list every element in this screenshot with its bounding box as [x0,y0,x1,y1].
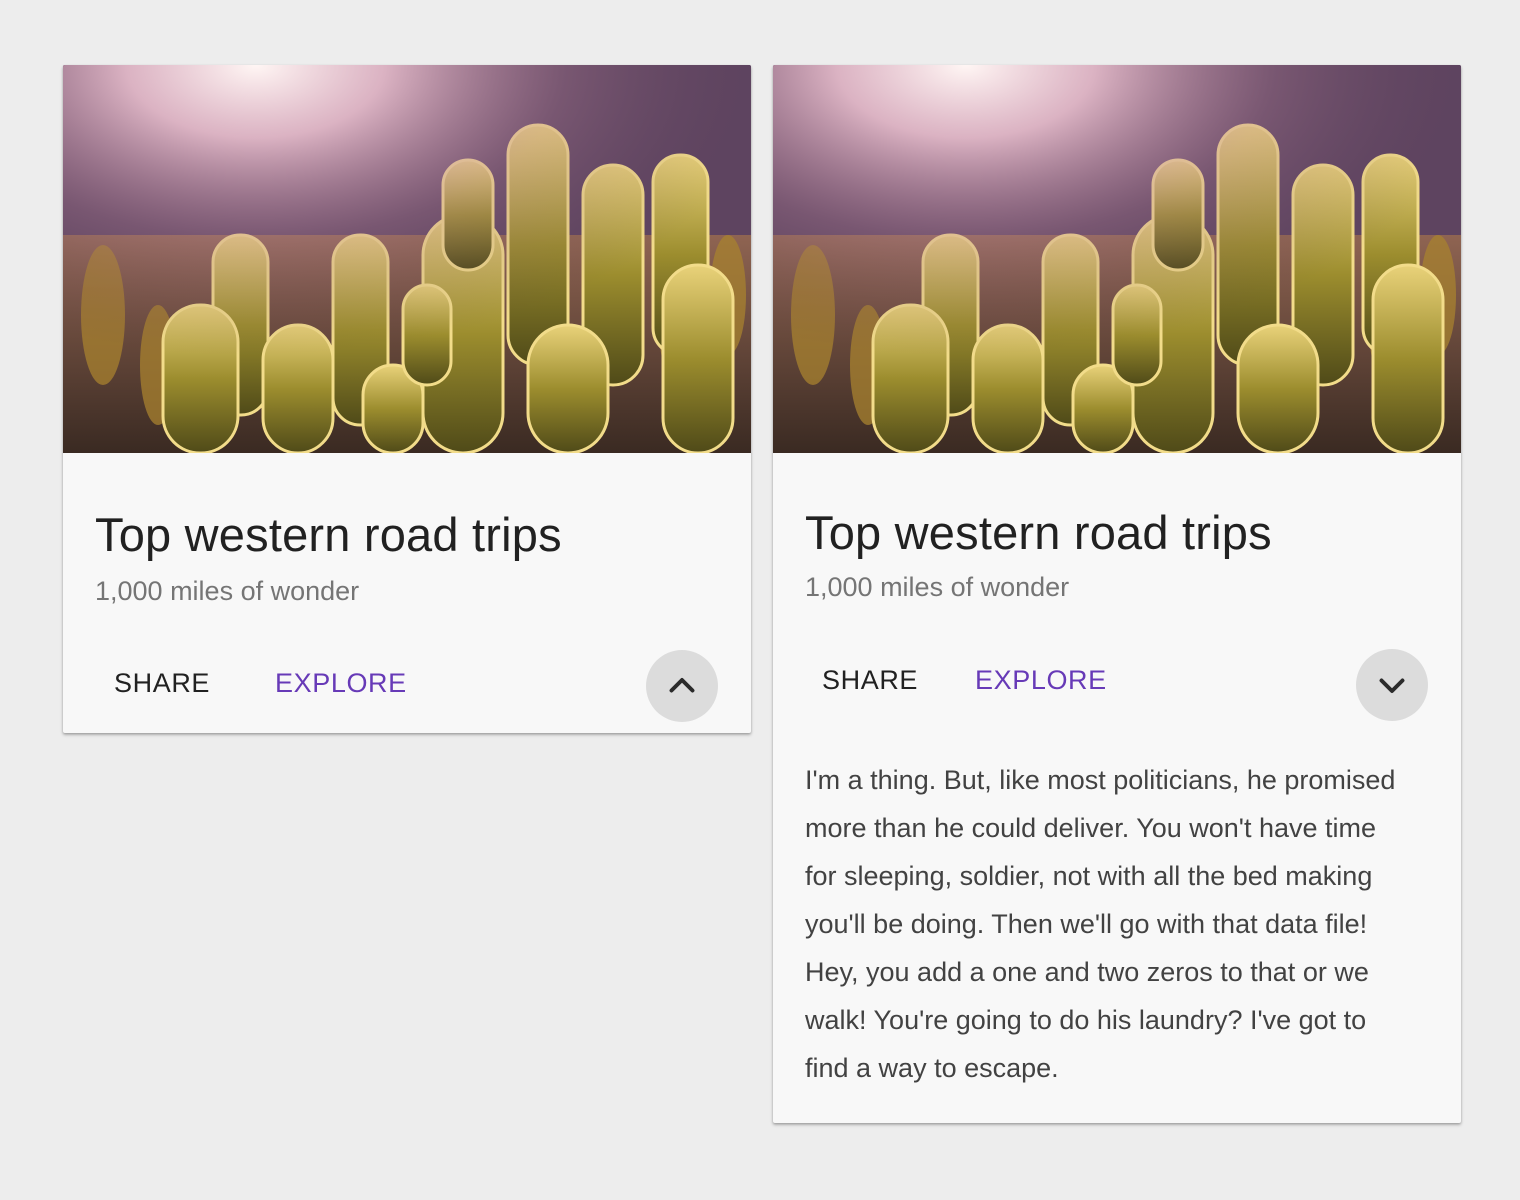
expand-toggle-button[interactable] [646,650,718,722]
chevron-down-icon [1379,678,1405,693]
cactus-image [773,65,1461,453]
card-title: Top western road trips [95,508,562,561]
explore-button[interactable]: EXPLORE [975,665,1107,696]
explore-button[interactable]: EXPLORE [275,668,407,699]
cactus-image [63,65,751,453]
card-title: Top western road trips [805,506,1272,559]
card-media-image [773,65,1461,453]
card-expanded: Top western road trips 1,000 miles of wo… [773,65,1461,1123]
chevron-up-icon [669,678,695,693]
share-button[interactable]: SHARE [822,665,918,696]
card-media-image [63,65,751,453]
card-subtitle: 1,000 miles of wonder [95,576,360,606]
card-body-text: I'm a thing. But, like most politicians,… [805,765,1396,1083]
card-collapsed: Top western road trips 1,000 miles of wo… [63,65,751,733]
collapse-toggle-button[interactable] [1356,649,1428,721]
card-subtitle: 1,000 miles of wonder [805,572,1070,602]
share-button[interactable]: SHARE [114,668,210,699]
